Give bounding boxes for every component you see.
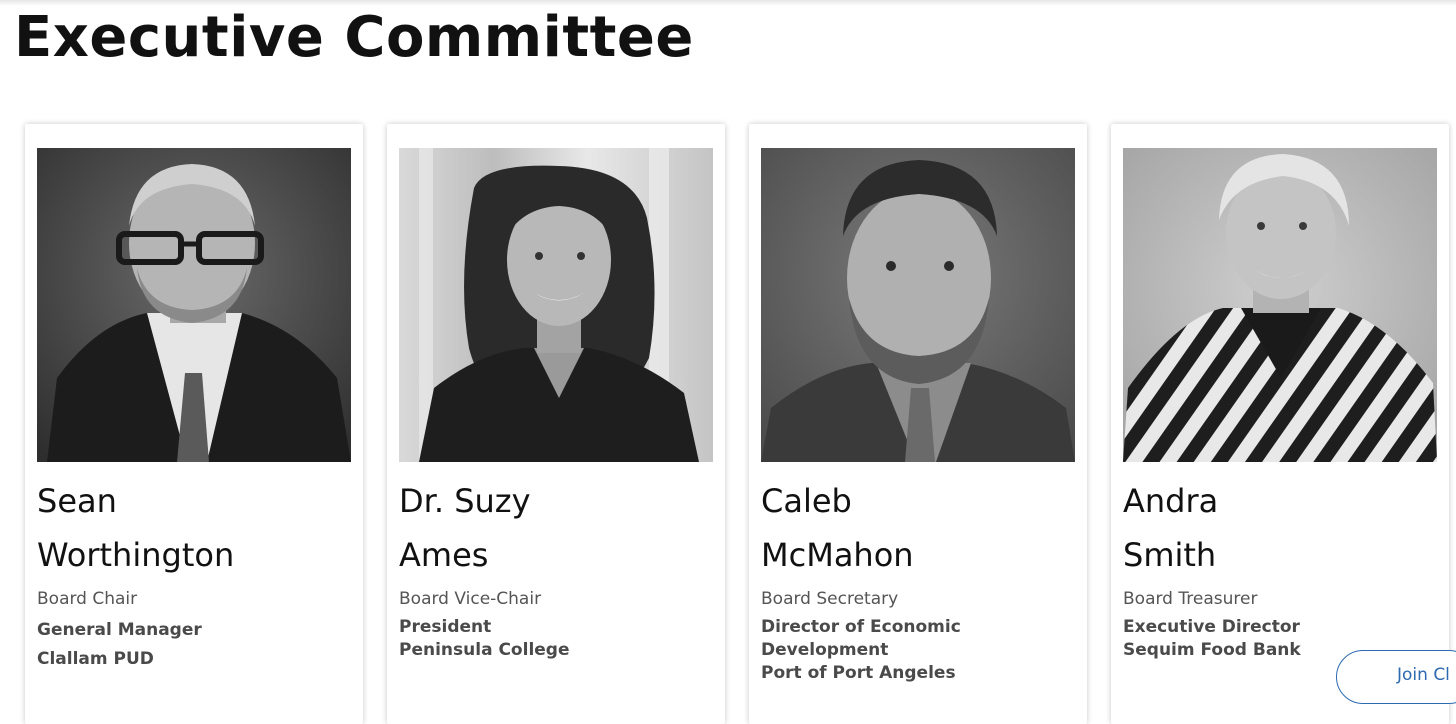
member-last-name: McMahon xyxy=(761,536,914,574)
member-organization: President Peninsula College xyxy=(399,616,719,662)
member-org-line: President xyxy=(399,617,492,637)
member-first-name: Caleb xyxy=(761,482,852,520)
member-name: Andra Smith xyxy=(1123,474,1443,582)
member-org-line: Development xyxy=(761,640,889,660)
member-first-name: Sean xyxy=(37,482,117,520)
member-photo[interactable] xyxy=(761,148,1075,462)
member-name: Dr. Suzy Ames xyxy=(399,474,719,582)
portrait-photo-3 xyxy=(761,148,1075,462)
member-card[interactable]: Caleb McMahon Board Secretary Director o… xyxy=(749,124,1087,724)
member-card[interactable]: Andra Smith Board Treasurer Executive Di… xyxy=(1111,124,1449,724)
member-last-name: Ames xyxy=(399,536,489,574)
member-first-name: Dr. Suzy xyxy=(399,482,531,520)
member-org-line: Port of Port Angeles xyxy=(761,663,956,683)
member-org-line: General Manager xyxy=(37,620,202,640)
join-button[interactable]: Join Cl xyxy=(1336,650,1456,704)
member-org-line: Director of Economic xyxy=(761,617,961,637)
member-card[interactable]: Dr. Suzy Ames Board Vice-Chair President… xyxy=(387,124,725,724)
member-name: Sean Worthington xyxy=(37,474,357,582)
member-name: Caleb McMahon xyxy=(761,474,1081,582)
member-role: Board Chair xyxy=(37,589,138,609)
member-cards: Sean Worthington Board Chair General Man… xyxy=(0,0,1456,724)
member-last-name: Smith xyxy=(1123,536,1217,574)
member-last-name: Worthington xyxy=(37,536,235,574)
member-organization: Director of Economic Development Port of… xyxy=(761,616,1081,685)
member-role: Board Secretary xyxy=(761,589,899,609)
member-card[interactable]: Sean Worthington Board Chair General Man… xyxy=(25,124,363,724)
member-photo[interactable] xyxy=(1123,148,1437,462)
member-first-name: Andra xyxy=(1123,482,1219,520)
portrait-photo-4 xyxy=(1123,148,1437,462)
member-photo[interactable] xyxy=(37,148,351,462)
member-role: Board Vice-Chair xyxy=(399,589,542,609)
member-org-line: Peninsula College xyxy=(399,640,570,660)
member-role: Board Treasurer xyxy=(1123,589,1258,609)
portrait-photo-2 xyxy=(399,148,713,462)
member-organization: General Manager Clallam PUD xyxy=(37,616,357,674)
member-photo[interactable] xyxy=(399,148,713,462)
member-org-line: Executive Director xyxy=(1123,617,1300,637)
member-org-line: Clallam PUD xyxy=(37,649,154,669)
portrait-photo-1 xyxy=(37,148,351,462)
